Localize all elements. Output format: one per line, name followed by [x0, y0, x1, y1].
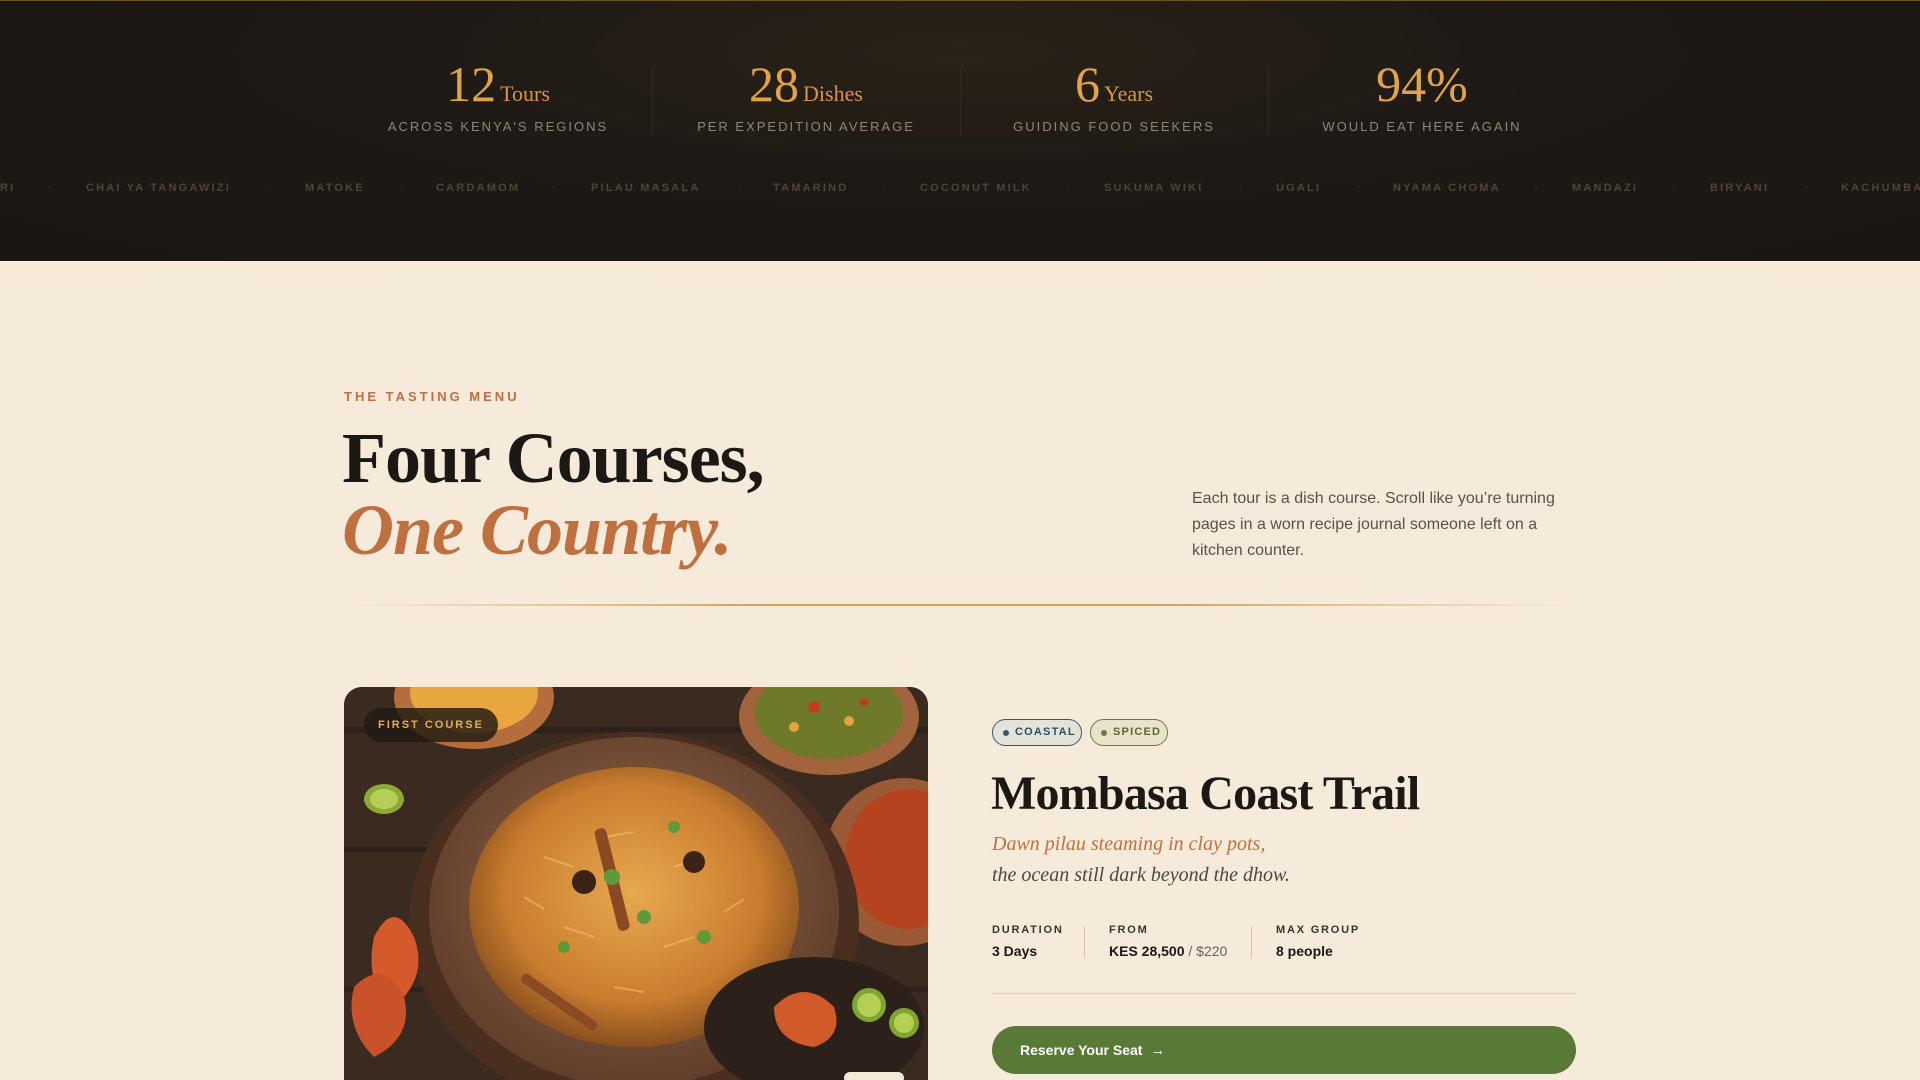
ticker-separator: ·: [1672, 182, 1678, 194]
ticker-separator: ·: [268, 182, 274, 194]
ticker-item: MANDAZI: [1572, 182, 1639, 194]
ticker-item: BIRYANI: [1710, 182, 1770, 194]
meta-duration-value: 3 Days: [992, 943, 1038, 959]
ticker-item: NYAMA CHOMA: [1393, 182, 1501, 194]
reserve-seat-button[interactable]: Reserve Your Seat →: [992, 1026, 1576, 1074]
stat-tours: 12 Tours ACROSS KENYA'S REGIONS: [344, 59, 652, 134]
pilau-dish-illustration: [344, 687, 928, 1080]
section-divider: [344, 604, 1576, 606]
stat-tours-caption: ACROSS KENYA'S REGIONS: [387, 119, 609, 134]
ticker-separator: ·: [1535, 182, 1541, 194]
meta-duration-label: DURATION: [992, 924, 1064, 936]
ticker-item: TAMARIND: [773, 182, 849, 194]
ticker-separator: ·: [400, 182, 406, 194]
ticker-item: UGALI: [1276, 182, 1322, 194]
meta-price-label: FROM: [1109, 924, 1149, 936]
ticker-separator: ·: [1067, 182, 1073, 194]
stat-years-value: 6: [1074, 56, 1100, 112]
ticker-item: CARDAMOM: [436, 182, 521, 194]
tag-spiced: SPICED: [1090, 719, 1168, 746]
arrow-right-icon: →: [1150, 1042, 1166, 1059]
course-number-badge: FIRST COURSE: [364, 708, 498, 742]
section-headline: Four Courses,: [342, 418, 765, 498]
meta-price-value: KES 28,500 / $220: [1109, 943, 1227, 959]
meta-group-label: MAX GROUP: [1276, 924, 1361, 936]
ticker-item: SUKUMA WIKI: [1104, 182, 1204, 194]
stat-repeat-caption: WOULD EAT HERE AGAIN: [1322, 119, 1522, 134]
price-usd: / $220: [1184, 943, 1228, 959]
ticker-separator: ·: [1239, 182, 1245, 194]
reserve-seat-label: Reserve Your Seat: [1020, 1042, 1143, 1058]
stat-years-caption: GUIDING FOOD SEEKERS: [1013, 119, 1215, 134]
ticker-item: COCONUT MILK: [920, 182, 1032, 194]
stats-band: 12 Tours ACROSS KENYA'S REGIONS 28 Dishes …: [0, 0, 1920, 261]
ticker-separator: ·: [738, 182, 744, 194]
stat-tours-value: 12: [446, 56, 497, 112]
ticker-item: PILAU MASALA: [591, 182, 701, 194]
meta-group-value: 8 people: [1276, 943, 1333, 959]
tag-coastal: COASTAL: [992, 719, 1082, 746]
stat-repeat-value: 94%: [1376, 56, 1468, 112]
stat-dishes-caption: PER EXPEDITION AVERAGE: [697, 119, 915, 134]
stat-dishes-value: 28: [749, 56, 800, 112]
section-eyebrow: THE TASTING MENU: [344, 389, 520, 404]
section-description: Each tour is a dish course. Scroll like …: [1192, 490, 1555, 559]
stat-dishes-unit: Dishes: [803, 81, 863, 106]
meta-duration: DURATION 3 Days: [992, 924, 1064, 959]
ticker-item: CHAI YA TANGAWIZI: [86, 182, 231, 194]
ticker-item: MATOKE: [305, 182, 365, 194]
stat-repeat: 94% WOULD EAT HERE AGAIN: [1268, 59, 1576, 134]
course-tagline-accent: Dawn pilau steaming in clay pots,: [992, 833, 1266, 855]
ticker-separator: ·: [1805, 182, 1811, 194]
meta-group: MAX GROUP 8 people: [1276, 924, 1360, 959]
meta-divider: [1084, 926, 1085, 958]
ticker-separator: ·: [48, 182, 54, 194]
section-headline-accent: One Country.: [342, 490, 732, 570]
price-kes: KES 28,500: [1109, 943, 1185, 959]
ticker-separator: ·: [883, 182, 889, 194]
course-tagline: the ocean still dark beyond the dhow.: [992, 864, 1290, 886]
course-title: Mombasa Coast Trail: [991, 767, 1420, 820]
ticker-separator: ·: [1356, 182, 1362, 194]
stat-years: 6 Years GUIDING FOOD SEEKERS: [960, 59, 1268, 134]
course-photo: FIRST COURSE: [344, 687, 928, 1080]
ticker-item: RI: [0, 182, 16, 194]
stat-tours-unit: Tours: [500, 81, 550, 106]
ticker-separator: ·: [552, 182, 558, 194]
card-divider: [992, 993, 1576, 994]
stat-dishes: 28 Dishes PER EXPEDITION AVERAGE: [652, 59, 960, 134]
ticker-item: KACHUMBA: [1841, 182, 1920, 194]
meta-price: FROM KES 28,500 / $220: [1109, 924, 1227, 959]
stat-years-unit: Years: [1103, 81, 1154, 106]
meta-divider: [1251, 926, 1252, 958]
